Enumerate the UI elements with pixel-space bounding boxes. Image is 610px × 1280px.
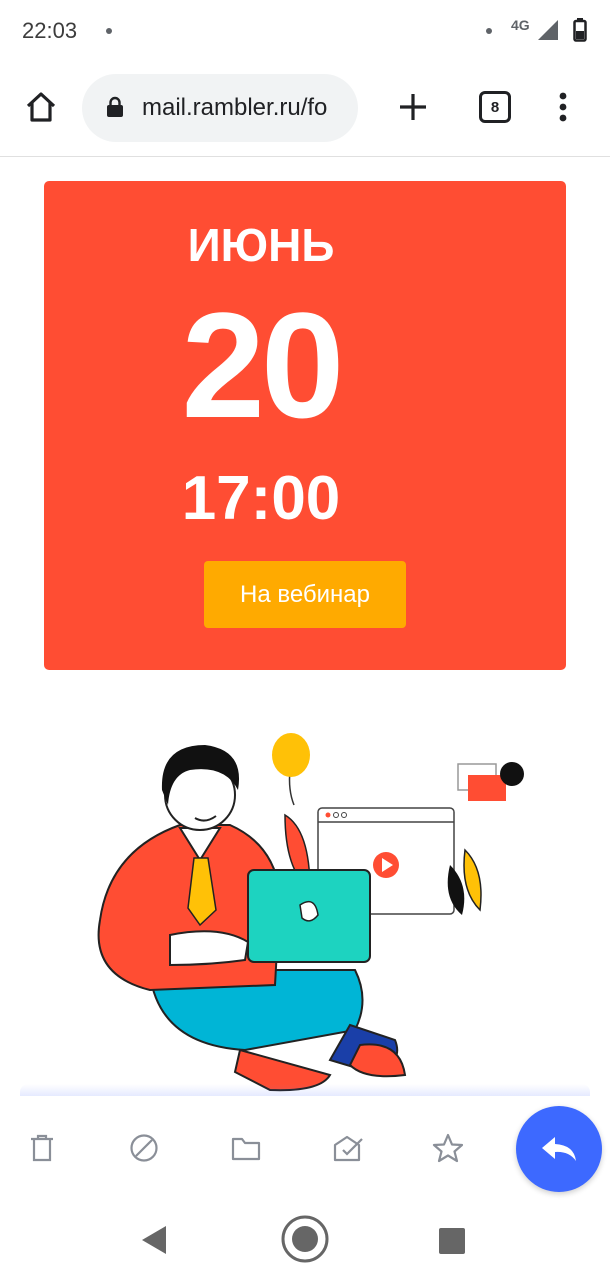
recent-apps-icon[interactable]	[438, 1227, 466, 1255]
folder-icon	[231, 1137, 261, 1161]
network-type: 4G	[511, 17, 530, 33]
reply-icon	[542, 1137, 576, 1161]
more-vertical-icon	[559, 92, 567, 122]
status-bar: 22:03 4G	[0, 0, 610, 62]
tab-switcher-button[interactable]: 8	[472, 84, 518, 130]
status-time: 22:03	[22, 18, 78, 43]
nav-home-icon[interactable]	[280, 1214, 330, 1264]
plus-icon	[400, 94, 426, 120]
address-bar[interactable]: mail.rambler.ru/fo	[82, 74, 358, 142]
star-button[interactable]	[428, 1128, 468, 1168]
browser-menu-button[interactable]	[540, 84, 586, 130]
battery-icon	[573, 18, 587, 42]
home-button[interactable]	[18, 84, 64, 130]
trash-icon	[31, 1134, 53, 1162]
move-to-folder-button[interactable]	[226, 1128, 266, 1168]
event-time: 17:00	[181, 464, 341, 533]
home-icon	[26, 92, 56, 122]
event-month: ИЮНЬ	[187, 219, 335, 271]
signal-icon	[538, 20, 558, 40]
notification-dot-icon	[106, 28, 112, 34]
browser-toolbar: mail.rambler.ru/fo 8	[0, 62, 610, 157]
star-icon	[432, 1133, 464, 1163]
reply-button[interactable]	[516, 1106, 602, 1192]
lock-icon	[107, 96, 123, 117]
url-text: mail.rambler.ru/fo	[142, 94, 328, 121]
new-tab-button[interactable]	[390, 84, 436, 130]
delete-button[interactable]	[22, 1128, 62, 1168]
tab-count: 8	[479, 91, 511, 123]
webinar-illustration	[97, 733, 524, 1092]
mark-read-button[interactable]	[328, 1128, 368, 1168]
spam-button[interactable]	[124, 1128, 164, 1168]
webinar-button[interactable]: На вебинар	[204, 561, 406, 628]
status-dot-icon	[486, 28, 492, 34]
event-day: 20	[181, 281, 345, 449]
block-icon	[130, 1134, 158, 1162]
mark-read-icon	[333, 1135, 363, 1162]
back-icon[interactable]	[140, 1224, 168, 1256]
